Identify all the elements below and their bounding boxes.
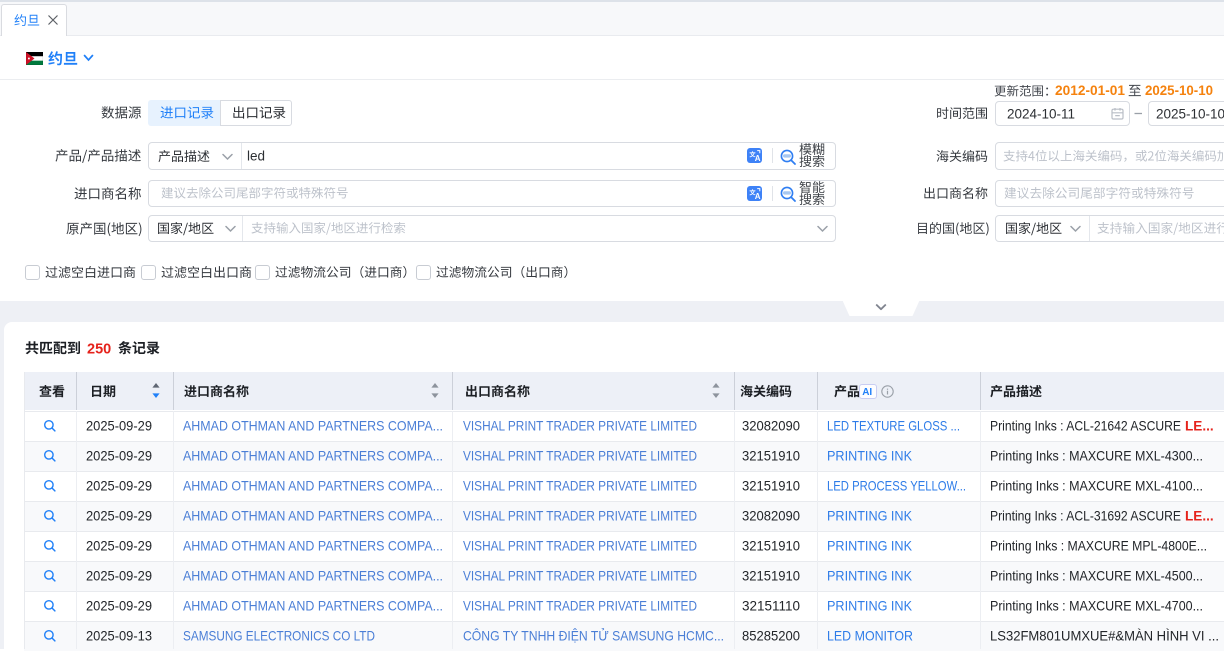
svg-text:2025-09-29: 2025-09-29 [86, 538, 152, 553]
svg-text:VISHAL PRINT TRADER PRIVATE LI: VISHAL PRINT TRADER PRIVATE LIMITED [463, 599, 697, 614]
svg-text:VISHAL PRINT TRADER PRIVATE LI: VISHAL PRINT TRADER PRIVATE LIMITED [463, 569, 697, 584]
svg-text:2012-01-01: 2012-01-01 [1055, 82, 1125, 98]
svg-text:32151910: 32151910 [742, 538, 800, 553]
svg-text:LED PROCESS YELLOW...: LED PROCESS YELLOW... [827, 478, 966, 493]
svg-text:LED TEXTURE GLOSS ...: LED TEXTURE GLOSS ... [827, 418, 960, 433]
svg-text:VISHAL PRINT TRADER PRIVATE LI: VISHAL PRINT TRADER PRIVATE LIMITED [463, 508, 697, 523]
svg-text:32082090: 32082090 [742, 418, 800, 433]
svg-text:AHMAD OTHMAN AND PARTNERS COMP: AHMAD OTHMAN AND PARTNERS COMPA... [183, 418, 443, 433]
svg-text:250: 250 [87, 341, 111, 357]
svg-text:Printing Inks : MAXCURE MXL-41: Printing Inks : MAXCURE MXL-4100... [990, 478, 1203, 493]
svg-text:AHMAD OTHMAN AND PARTNERS COMP: AHMAD OTHMAN AND PARTNERS COMPA... [183, 599, 443, 614]
svg-text:PRINTING INK: PRINTING INK [827, 538, 912, 553]
svg-text:A: A [755, 192, 761, 201]
svg-text:A: A [755, 154, 761, 163]
svg-text:CÔNG TY TNHH ĐIỆN TỬ SAMSUNG H: CÔNG TY TNHH ĐIỆN TỬ SAMSUNG HCMC... [463, 629, 724, 644]
svg-text:2025-10-10: 2025-10-10 [1145, 82, 1213, 98]
svg-text:AHMAD OTHMAN AND PARTNERS COMP: AHMAD OTHMAN AND PARTNERS COMPA... [183, 448, 443, 463]
svg-text:AHMAD OTHMAN AND PARTNERS COMP: AHMAD OTHMAN AND PARTNERS COMPA... [183, 478, 443, 493]
svg-text:2025-09-29: 2025-09-29 [86, 569, 152, 584]
svg-text:AI: AI [862, 387, 872, 398]
svg-text:Printing Inks : MAXCURE MXL-47: Printing Inks : MAXCURE MXL-4700... [990, 599, 1203, 614]
svg-text:32082090: 32082090 [742, 508, 800, 523]
svg-text:VISHAL PRINT TRADER PRIVATE LI: VISHAL PRINT TRADER PRIVATE LIMITED [463, 418, 697, 433]
svg-text:LS32FM801UMXUE#&MÀN HÌNH VI ..: LS32FM801UMXUE#&MÀN HÌNH VI ... [990, 629, 1219, 644]
svg-text:2024-10-11: 2024-10-11 [1007, 106, 1075, 121]
svg-text:LED MONITOR: LED MONITOR [827, 629, 913, 644]
svg-text:PRINTING INK: PRINTING INK [827, 569, 912, 584]
svg-text:2025-09-29: 2025-09-29 [86, 478, 152, 493]
svg-text:LE...: LE... [1185, 508, 1214, 523]
svg-text:Printing Inks : ACL-21642 ASCU: Printing Inks : ACL-21642 ASCURE [990, 418, 1181, 433]
svg-text:VISHAL PRINT TRADER PRIVATE LI: VISHAL PRINT TRADER PRIVATE LIMITED [463, 538, 697, 553]
svg-text:AHMAD OTHMAN AND PARTNERS COMP: AHMAD OTHMAN AND PARTNERS COMPA... [183, 569, 443, 584]
svg-text:2025-09-29: 2025-09-29 [86, 599, 152, 614]
svg-text:led: led [247, 148, 265, 163]
svg-text:2025-09-29: 2025-09-29 [86, 448, 152, 463]
svg-text:PRINTING INK: PRINTING INK [827, 448, 912, 463]
svg-text:PRINTING INK: PRINTING INK [827, 508, 912, 523]
svg-text:AHMAD OTHMAN AND PARTNERS COMP: AHMAD OTHMAN AND PARTNERS COMPA... [183, 538, 443, 553]
svg-text:32151910: 32151910 [742, 569, 800, 584]
svg-text:SAMSUNG ELECTRONICS CO LTD: SAMSUNG ELECTRONICS CO LTD [183, 629, 375, 644]
svg-text:2025-09-29: 2025-09-29 [86, 418, 152, 433]
svg-text:Printing Inks : ACL-31692 ASCU: Printing Inks : ACL-31692 ASCURE [990, 508, 1181, 523]
svg-text:2025-10-10: 2025-10-10 [1156, 106, 1224, 121]
svg-text:32151910: 32151910 [742, 478, 800, 493]
svg-text:AHMAD OTHMAN AND PARTNERS COMP: AHMAD OTHMAN AND PARTNERS COMPA... [183, 508, 443, 523]
svg-text:32151910: 32151910 [742, 448, 800, 463]
svg-text:2025-09-13: 2025-09-13 [86, 629, 152, 644]
svg-text:VISHAL PRINT TRADER PRIVATE LI: VISHAL PRINT TRADER PRIVATE LIMITED [463, 478, 697, 493]
svg-text:Printing Inks : MAXCURE MPL-48: Printing Inks : MAXCURE MPL-4800E... [990, 538, 1207, 553]
svg-text:LE...: LE... [1185, 418, 1214, 433]
svg-text:PRINTING INK: PRINTING INK [827, 599, 912, 614]
svg-text:VISHAL PRINT TRADER PRIVATE LI: VISHAL PRINT TRADER PRIVATE LIMITED [463, 448, 697, 463]
svg-text:32151110: 32151110 [742, 599, 800, 614]
svg-text:2025-09-29: 2025-09-29 [86, 508, 152, 523]
svg-text:Printing Inks : MAXCURE MXL-45: Printing Inks : MAXCURE MXL-4500... [990, 569, 1203, 584]
svg-text:85285200: 85285200 [742, 629, 800, 644]
svg-text:Printing Inks : MAXCURE MXL-43: Printing Inks : MAXCURE MXL-4300... [990, 448, 1203, 463]
